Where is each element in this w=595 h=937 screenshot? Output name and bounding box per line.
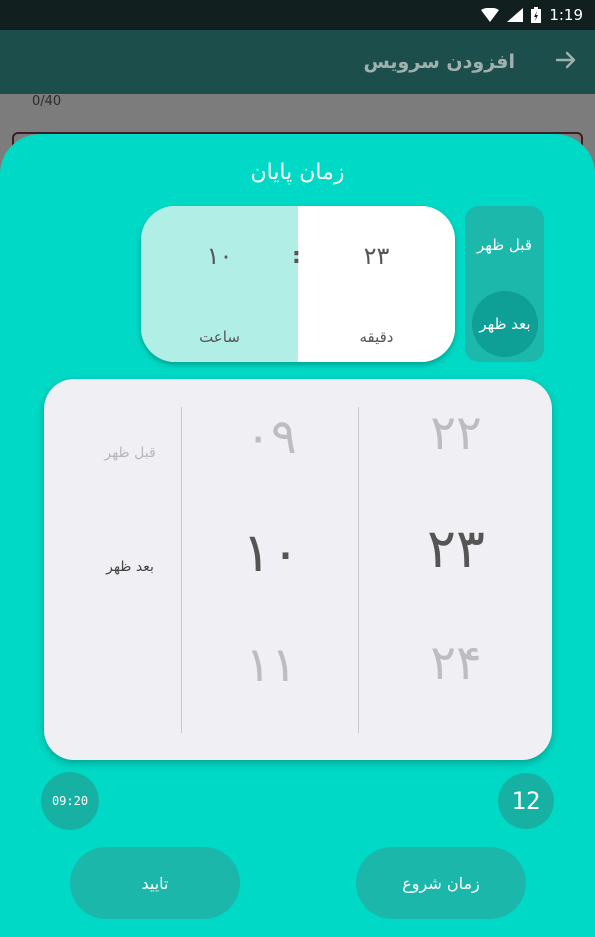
minute-value: ۲۳	[363, 242, 390, 270]
hour-value: ۱۰	[206, 242, 233, 270]
sheet-title: زمان پایان	[250, 160, 345, 185]
hour-display[interactable]: ۱۰ ساعت	[141, 206, 298, 362]
wifi-icon	[481, 8, 500, 22]
time-separator: :	[292, 244, 301, 269]
status-time: 1:19	[549, 6, 583, 24]
am-option[interactable]: قبل ظهر	[465, 236, 544, 254]
status-bar: 1:19	[0, 0, 595, 30]
wheel-hour-prev[interactable]: ۰۹	[182, 409, 360, 465]
selected-time-card: ۱۰ ساعت ۲۳ دقیقه :	[141, 206, 455, 362]
wheel-minute-selected[interactable]: ۲۳	[360, 517, 552, 580]
hour-format-button[interactable]: 12	[498, 773, 554, 829]
time-wheel-picker: قبل ظهر بعد ظهر ۰۹ ۱۰ ۱۱ ۲۲ ۲۳ ۲۴	[44, 379, 552, 760]
wheel-hour-next[interactable]: ۱۱	[182, 637, 360, 693]
confirm-button[interactable]: تایید	[70, 847, 240, 919]
char-counter: 0/40	[32, 94, 62, 109]
clock-mode-button[interactable]: 09:20	[41, 772, 99, 830]
wheel-divider	[358, 407, 359, 733]
battery-icon	[531, 7, 542, 23]
signal-icon	[507, 8, 524, 22]
wheel-minute-prev[interactable]: ۲۲	[360, 405, 552, 461]
wheel-pm[interactable]: بعد ظهر	[80, 559, 180, 575]
minute-display[interactable]: ۲۳ دقیقه	[298, 206, 455, 362]
wheel-am[interactable]: قبل ظهر	[80, 445, 180, 461]
ampm-toggle: قبل ظهر بعد ظهر	[465, 206, 544, 362]
wheel-minute-next[interactable]: ۲۴	[360, 635, 552, 691]
pm-option[interactable]: بعد ظهر	[472, 291, 538, 357]
page-title: افزودن سرویس	[363, 51, 515, 73]
minute-label: دقیقه	[359, 328, 394, 346]
start-time-button[interactable]: زمان شروع	[356, 847, 526, 919]
wheel-hour-selected[interactable]: ۱۰	[182, 521, 360, 584]
hour-label: ساعت	[199, 328, 240, 346]
app-bar: افزودن سرویس	[0, 30, 595, 94]
arrow-right-icon[interactable]	[555, 48, 577, 76]
